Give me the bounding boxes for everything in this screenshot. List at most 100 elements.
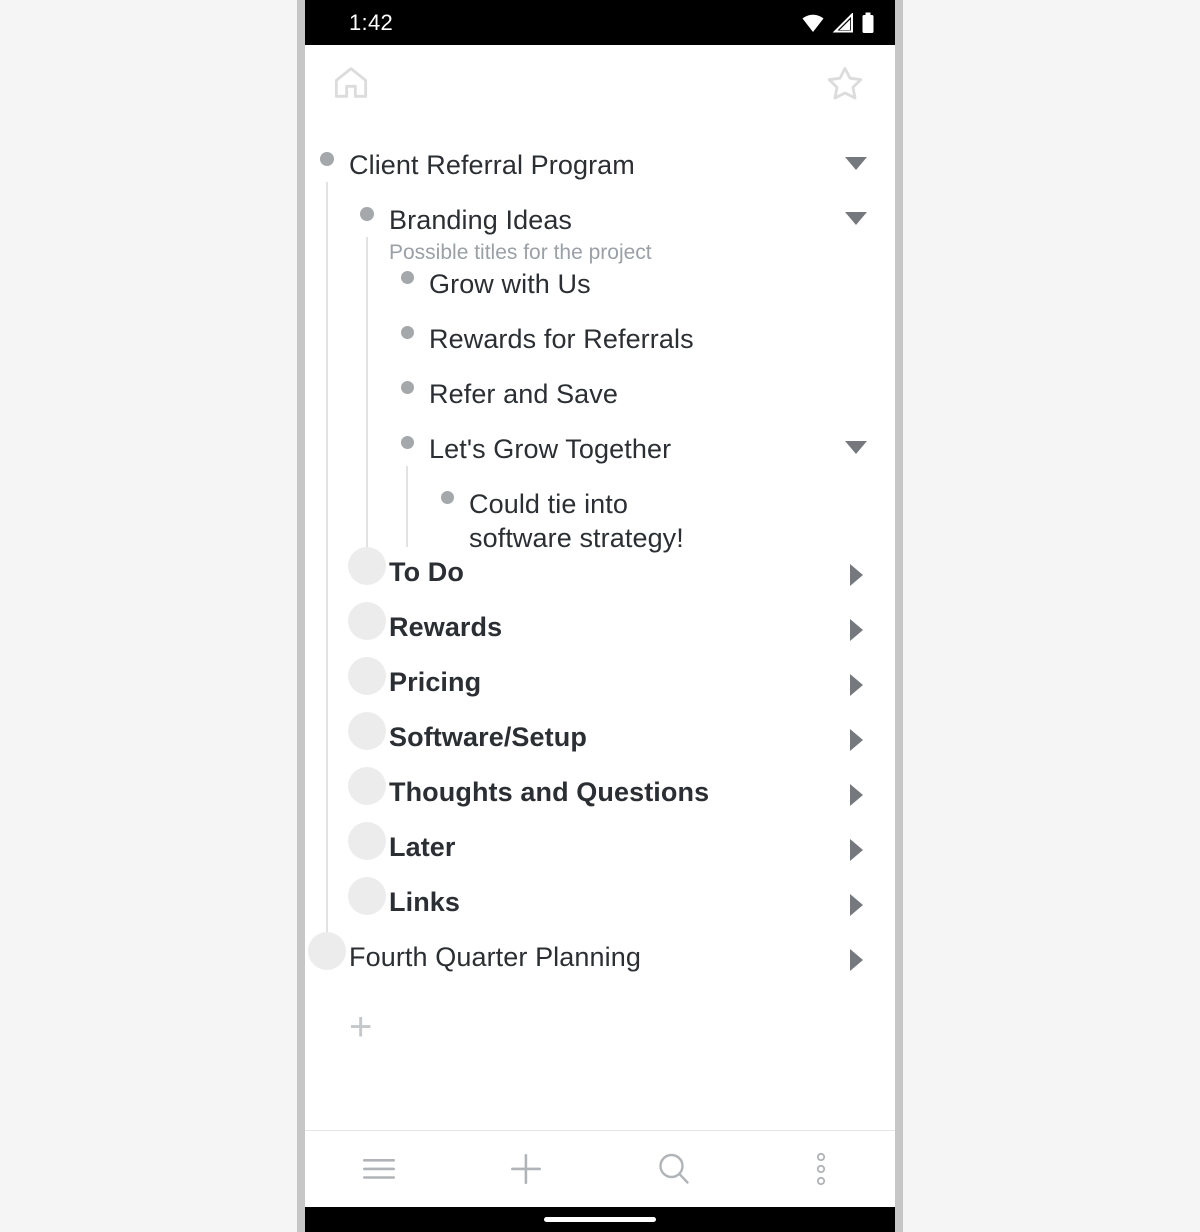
outline-row-label: Fourth Quarter Planning bbox=[349, 942, 641, 972]
status-bar-time: 1:42 bbox=[349, 9, 394, 35]
plus-icon bbox=[509, 1152, 543, 1186]
outline-row-label: Links bbox=[389, 887, 461, 917]
outline-row-label: Later bbox=[389, 832, 456, 862]
bullet-icon bbox=[400, 436, 414, 449]
triangle-right-icon bbox=[849, 674, 863, 696]
outline-row-label: Rewards bbox=[389, 612, 503, 642]
triangle-right-icon bbox=[849, 619, 863, 641]
outline-row[interactable]: Refer and Save bbox=[305, 377, 895, 432]
gesture-pill[interactable] bbox=[544, 1217, 656, 1222]
bullet-icon bbox=[360, 834, 374, 848]
outline-row[interactable]: Branding Ideas Possible titles for the pr… bbox=[305, 203, 895, 267]
expand-triangle-icon[interactable] bbox=[843, 830, 869, 861]
outline-row-label: Software/Setup bbox=[389, 722, 587, 752]
collapse-triangle-icon[interactable] bbox=[843, 432, 869, 454]
search-icon bbox=[656, 1151, 692, 1187]
collapse-triangle-icon[interactable] bbox=[843, 203, 869, 225]
outline-row[interactable]: Fourth Quarter Planning bbox=[305, 940, 895, 995]
outline-row-label: Could tie into software strategy! bbox=[469, 489, 684, 553]
expand-triangle-icon[interactable] bbox=[843, 885, 869, 916]
outline-row[interactable]: Later bbox=[305, 830, 895, 885]
outline-row[interactable]: Client Referral Program bbox=[305, 148, 895, 203]
outline-row-label: Thoughts and Questions bbox=[389, 777, 710, 807]
bullet-icon bbox=[360, 779, 374, 793]
overflow-menu-icon bbox=[814, 1151, 828, 1187]
outline-bullet-button[interactable] bbox=[345, 555, 389, 573]
outline-bullet-button[interactable] bbox=[345, 775, 389, 793]
outline-bullet-button[interactable] bbox=[305, 940, 349, 958]
triangle-right-icon bbox=[849, 894, 863, 916]
nav-add-button[interactable] bbox=[481, 1139, 571, 1199]
outline-bullet-button[interactable] bbox=[345, 203, 389, 221]
outline-bullet-button[interactable] bbox=[345, 885, 389, 903]
bottom-navigation-bar bbox=[305, 1130, 895, 1207]
outline-row-label: Client Referral Program bbox=[349, 150, 635, 180]
outline-row-label: Pricing bbox=[389, 667, 482, 697]
outline-row-label: Rewards for Referrals bbox=[429, 324, 694, 354]
bullet-icon bbox=[360, 724, 374, 738]
triangle-right-icon bbox=[849, 564, 863, 586]
bullet-icon bbox=[360, 559, 374, 573]
hamburger-menu-icon bbox=[362, 1156, 396, 1182]
outline-row-label: Let's Grow Together bbox=[429, 434, 672, 464]
triangle-right-icon bbox=[849, 784, 863, 806]
outline-bullet-button[interactable] bbox=[345, 665, 389, 683]
status-bar: 1:42 bbox=[305, 0, 895, 45]
outline-row[interactable]: Let's Grow Together bbox=[305, 432, 895, 487]
indent-guide-line bbox=[406, 466, 408, 547]
bullet-icon bbox=[360, 889, 374, 903]
nav-more-button[interactable] bbox=[776, 1139, 866, 1199]
bullet-icon bbox=[400, 326, 414, 339]
bullet-icon bbox=[400, 381, 414, 394]
expand-triangle-icon[interactable] bbox=[843, 720, 869, 751]
outline-row[interactable]: Thoughts and Questions bbox=[305, 775, 895, 830]
status-bar-icons bbox=[801, 12, 875, 34]
outline-row[interactable]: Links bbox=[305, 885, 895, 940]
collapse-triangle-icon[interactable] bbox=[843, 148, 869, 170]
outline-row-note: Possible titles for the project bbox=[389, 241, 652, 264]
expand-triangle-icon[interactable] bbox=[843, 665, 869, 696]
bullet-icon bbox=[320, 152, 334, 166]
bullet-icon bbox=[440, 491, 454, 504]
bullet-icon bbox=[360, 614, 374, 628]
outline-row[interactable]: Grow with Us bbox=[305, 267, 895, 322]
nav-menu-button[interactable] bbox=[334, 1139, 424, 1199]
expand-triangle-icon[interactable] bbox=[843, 610, 869, 641]
add-item-button[interactable]: + bbox=[305, 995, 895, 1059]
expand-triangle-icon[interactable] bbox=[843, 775, 869, 806]
triangle-right-icon bbox=[849, 729, 863, 751]
outline-row[interactable]: Could tie into software strategy! bbox=[305, 487, 895, 555]
outline-bullet-button[interactable] bbox=[385, 377, 429, 394]
outline-bullet-button[interactable] bbox=[305, 148, 349, 166]
expand-triangle-icon[interactable] bbox=[843, 940, 869, 971]
outline-row[interactable]: Rewards bbox=[305, 610, 895, 665]
outline-bullet-button[interactable] bbox=[385, 322, 429, 339]
outline-bullet-button[interactable] bbox=[425, 487, 469, 504]
outline-bullet-button[interactable] bbox=[385, 267, 429, 284]
star-outline-icon[interactable] bbox=[825, 63, 865, 103]
plus-icon: + bbox=[349, 1005, 373, 1049]
gesture-navigation-bar bbox=[305, 1207, 895, 1232]
outline-row[interactable]: Software/Setup bbox=[305, 720, 895, 775]
outline-row-label: To Do bbox=[389, 557, 464, 587]
outline-row-label: Branding Ideas bbox=[389, 205, 573, 235]
outline-bullet-button[interactable] bbox=[345, 830, 389, 848]
home-icon[interactable] bbox=[331, 63, 371, 103]
outline-bullet-button[interactable] bbox=[345, 720, 389, 738]
nav-search-button[interactable] bbox=[629, 1139, 719, 1199]
phone-screen: 1:42 Client Referral Program Branding Id… bbox=[305, 0, 895, 1232]
outline-row[interactable]: To Do bbox=[305, 555, 895, 610]
outline-row[interactable]: Rewards for Referrals bbox=[305, 322, 895, 377]
bullet-icon bbox=[360, 207, 374, 221]
outline-bullet-button[interactable] bbox=[345, 610, 389, 628]
outline-row[interactable]: Pricing bbox=[305, 665, 895, 720]
bullet-icon bbox=[320, 944, 334, 958]
bullet-icon bbox=[400, 271, 414, 284]
outline-tree: Client Referral Program Branding Ideas Pos… bbox=[305, 120, 895, 1077]
expand-triangle-icon[interactable] bbox=[843, 555, 869, 586]
battery-icon bbox=[861, 12, 875, 34]
screenshot-root: 1:42 Client Referral Program Branding Id… bbox=[0, 0, 1200, 1232]
indent-guide-line bbox=[326, 182, 328, 932]
outline-bullet-button[interactable] bbox=[385, 432, 429, 449]
app-bar bbox=[305, 45, 895, 120]
